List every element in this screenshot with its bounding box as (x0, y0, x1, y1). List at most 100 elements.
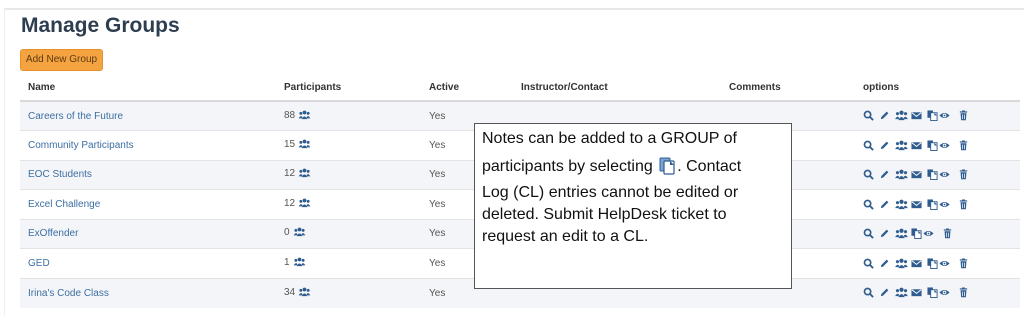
email-icon[interactable] (911, 110, 922, 121)
view-icon[interactable] (939, 199, 950, 210)
notes-icon[interactable] (927, 199, 938, 210)
search-icon[interactable] (863, 199, 874, 210)
trash-icon[interactable] (958, 140, 969, 151)
callout-line-2-end: . Contact (677, 158, 742, 175)
search-icon[interactable] (863, 140, 874, 151)
group-icon[interactable] (895, 258, 908, 269)
cell-participants: 88 (276, 100, 421, 131)
cell-participants: 1 (276, 248, 421, 278)
group-name-link[interactable]: EOC Students (28, 169, 92, 180)
edit-icon[interactable] (879, 140, 890, 151)
search-icon[interactable] (863, 169, 874, 180)
email-icon[interactable] (911, 258, 922, 269)
search-icon[interactable] (863, 228, 874, 239)
header-active[interactable]: Active (421, 75, 513, 102)
trash-icon[interactable] (958, 110, 969, 121)
cell-options (855, 100, 1020, 131)
search-icon[interactable] (863, 287, 874, 299)
participants-icon[interactable] (298, 110, 311, 123)
cell-participants: 34 (276, 277, 421, 308)
participants-icon[interactable] (298, 287, 311, 300)
email-icon[interactable] (911, 140, 922, 151)
group-icon[interactable] (895, 199, 908, 210)
email-icon[interactable] (911, 169, 922, 180)
view-icon[interactable] (939, 258, 950, 269)
view-icon[interactable] (939, 287, 950, 298)
participants-icon[interactable] (298, 168, 311, 181)
participants-icon[interactable] (298, 139, 311, 152)
trash-icon[interactable] (958, 258, 969, 269)
cell-participants: 12 (276, 159, 421, 190)
cell-name: GED (20, 248, 276, 278)
cell-options (855, 189, 1020, 219)
email-icon[interactable] (911, 199, 922, 210)
participants-count: 0 (284, 227, 290, 239)
cell-name: Irina's Code Class (20, 277, 276, 308)
edit-icon[interactable] (879, 199, 890, 210)
view-icon[interactable] (939, 169, 950, 180)
page: Manage Groups Add New Group Name Partici… (0, 0, 1024, 315)
group-name-link[interactable]: GED (28, 258, 50, 269)
header-comments[interactable]: Comments (721, 75, 855, 102)
email-icon[interactable] (911, 287, 922, 298)
cell-participants: 0 (276, 218, 421, 249)
edit-icon[interactable] (879, 287, 890, 298)
cell-participants: 12 (276, 189, 421, 219)
cell-name: ExOffender (20, 218, 276, 249)
trash-icon[interactable] (958, 287, 969, 298)
group-name-link[interactable]: Community Participants (28, 140, 134, 151)
edit-icon[interactable] (879, 110, 890, 121)
search-icon[interactable] (863, 258, 874, 269)
search-icon[interactable] (863, 110, 874, 122)
participants-count: 15 (284, 138, 296, 150)
notes-icon[interactable] (927, 169, 938, 181)
edit-icon[interactable] (879, 258, 890, 269)
trash-icon[interactable] (958, 199, 969, 210)
callout-line-5: request an edit to a CL. (482, 228, 649, 245)
trash-icon[interactable] (942, 228, 953, 239)
group-name-link[interactable]: Careers of the Future (28, 111, 123, 122)
left-border (4, 8, 5, 315)
header-participants[interactable]: Participants (276, 75, 421, 102)
group-name-link[interactable]: ExOffender (28, 228, 78, 239)
group-icon[interactable] (895, 228, 908, 239)
notes-icon (659, 157, 675, 182)
callout-line-1: Notes can be added to a GROUP of (482, 130, 737, 147)
edit-icon[interactable] (879, 169, 890, 180)
callout-line-2: participants by selecting . Contact (482, 156, 783, 182)
notes-icon[interactable] (927, 110, 938, 122)
cell-options (855, 277, 1020, 308)
group-icon[interactable] (895, 169, 908, 180)
header-name[interactable]: Name (20, 75, 276, 102)
notes-icon[interactable] (911, 228, 922, 240)
help-callout: Notes can be added to a GROUP of partici… (474, 123, 792, 289)
trash-icon[interactable] (958, 169, 969, 180)
cell-name: EOC Students (20, 159, 276, 190)
cell-name: Community Participants (20, 130, 276, 160)
cell-name: Excel Challenge (20, 189, 276, 219)
notes-icon[interactable] (927, 140, 938, 151)
group-icon[interactable] (895, 110, 908, 121)
cell-participants: 15 (276, 130, 421, 160)
callout-line-2-start: participants by selecting (482, 158, 653, 175)
participants-icon[interactable] (293, 257, 306, 270)
header-instructor[interactable]: Instructor/Contact (513, 75, 721, 102)
participants-count: 34 (284, 286, 296, 298)
view-icon[interactable] (923, 228, 934, 239)
cell-options (855, 159, 1020, 190)
notes-icon[interactable] (927, 258, 938, 269)
view-icon[interactable] (939, 140, 950, 151)
participants-icon[interactable] (298, 198, 311, 211)
group-icon[interactable] (895, 140, 908, 151)
participants-count: 12 (284, 168, 296, 180)
group-icon[interactable] (895, 287, 908, 298)
participants-icon[interactable] (293, 227, 306, 240)
group-name-link[interactable]: Irina's Code Class (28, 288, 109, 299)
edit-icon[interactable] (879, 228, 890, 239)
cell-options (855, 130, 1020, 160)
notes-icon[interactable] (927, 287, 938, 299)
callout-line-4: deleted. Submit HelpDesk ticket to (482, 206, 727, 223)
group-name-link[interactable]: Excel Challenge (28, 199, 100, 210)
add-new-group-button[interactable]: Add New Group (20, 49, 103, 71)
view-icon[interactable] (939, 110, 950, 121)
